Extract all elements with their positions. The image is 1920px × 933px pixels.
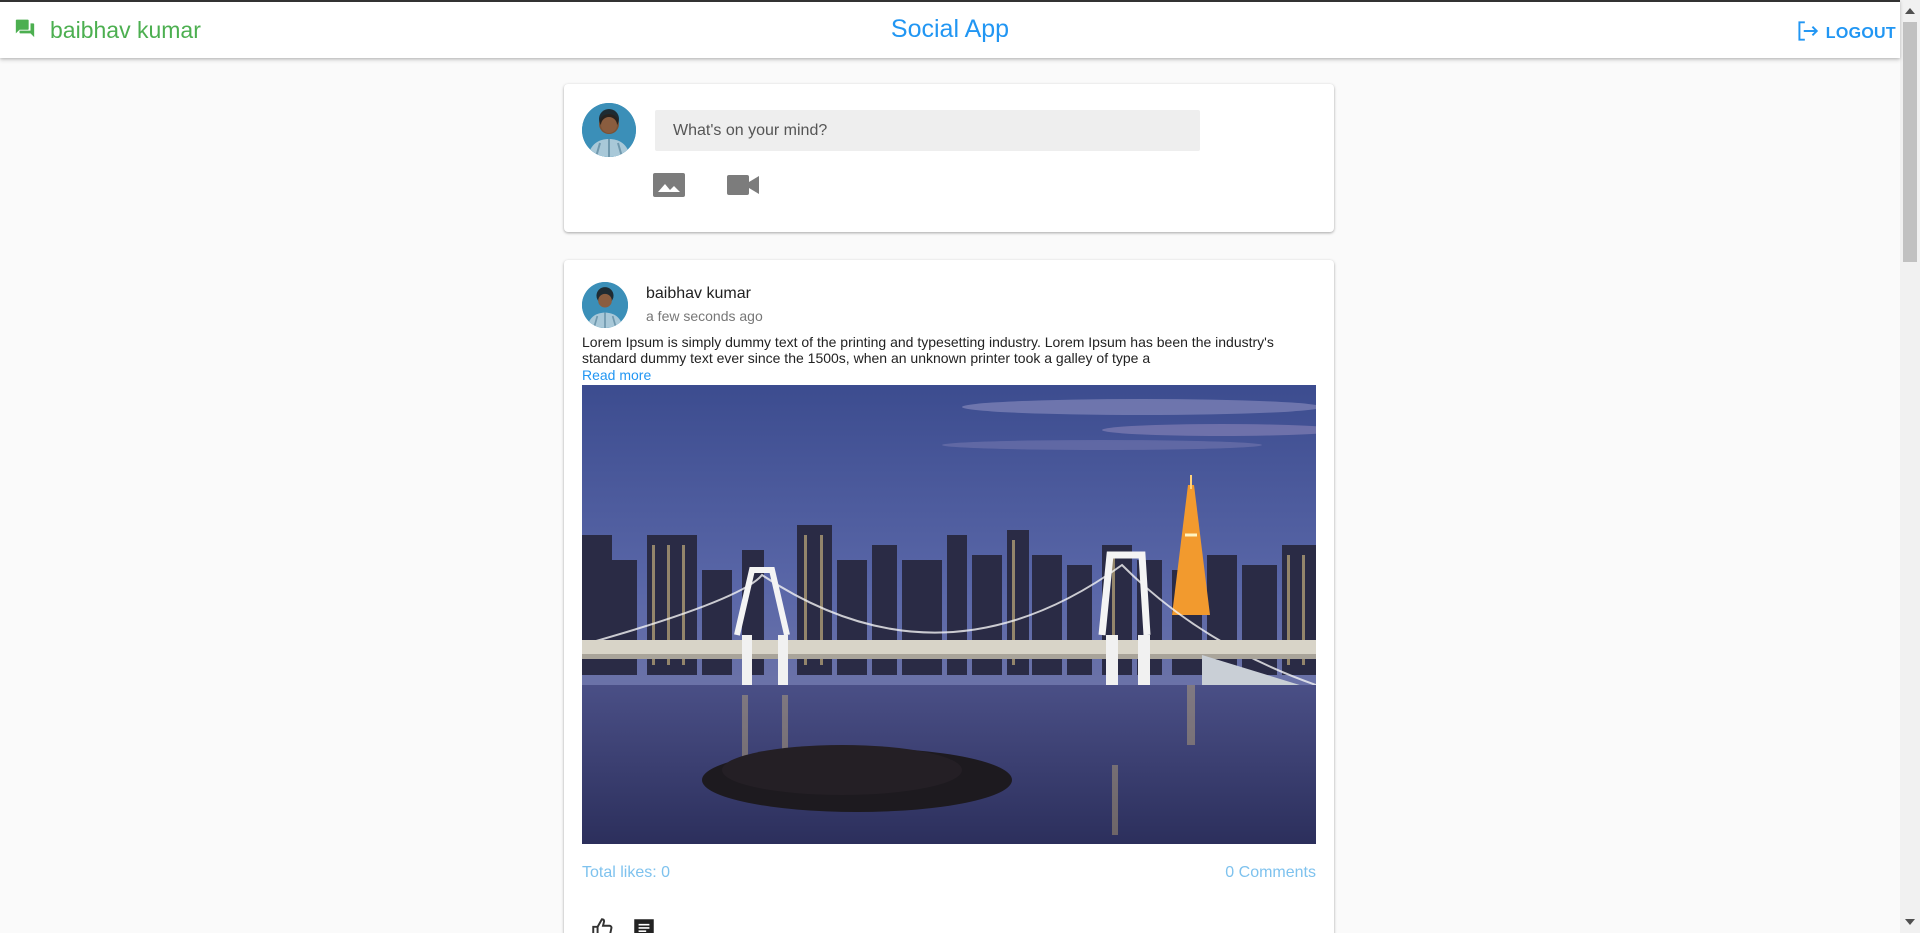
- logout-button[interactable]: LOGOUT: [1794, 18, 1896, 49]
- comment-button[interactable]: [631, 916, 657, 933]
- post-author-avatar[interactable]: [582, 282, 628, 328]
- scrollbar[interactable]: [1900, 0, 1920, 933]
- scroll-thumb[interactable]: [1903, 22, 1917, 262]
- post-text: Lorem Ipsum is simply dummy text of the …: [582, 334, 1274, 366]
- comment-icon: [634, 919, 654, 933]
- post-composer: [564, 84, 1334, 232]
- whats-on-your-mind-input[interactable]: [655, 110, 1200, 151]
- logout-label: LOGOUT: [1825, 24, 1896, 42]
- post-author[interactable]: baibhav kumar: [646, 285, 751, 303]
- image-upload-button[interactable]: [652, 170, 686, 200]
- post-card: baibhav kumar a few seconds ago Lorem Ip…: [564, 260, 1334, 933]
- logout-icon: [1794, 18, 1820, 49]
- app-bar: baibhav kumar Social App LOGOUT: [0, 0, 1900, 58]
- read-more-link[interactable]: Read more: [582, 367, 651, 383]
- app-title: Social App: [890, 15, 1010, 43]
- post-timestamp: a few seconds ago: [646, 308, 763, 324]
- video-camera-icon: [727, 175, 759, 195]
- avatar: [582, 103, 636, 157]
- thumb-up-icon: [592, 918, 613, 933]
- video-upload-button[interactable]: [726, 170, 760, 200]
- comments-count[interactable]: 0 Comments: [1225, 864, 1316, 882]
- like-button[interactable]: [590, 916, 616, 933]
- post-image[interactable]: [582, 385, 1316, 844]
- scroll-up-arrow-icon[interactable]: [1905, 8, 1915, 14]
- image-icon: [653, 173, 685, 197]
- scroll-down-arrow-icon[interactable]: [1905, 919, 1915, 925]
- total-likes: Total likes: 0: [582, 864, 671, 881]
